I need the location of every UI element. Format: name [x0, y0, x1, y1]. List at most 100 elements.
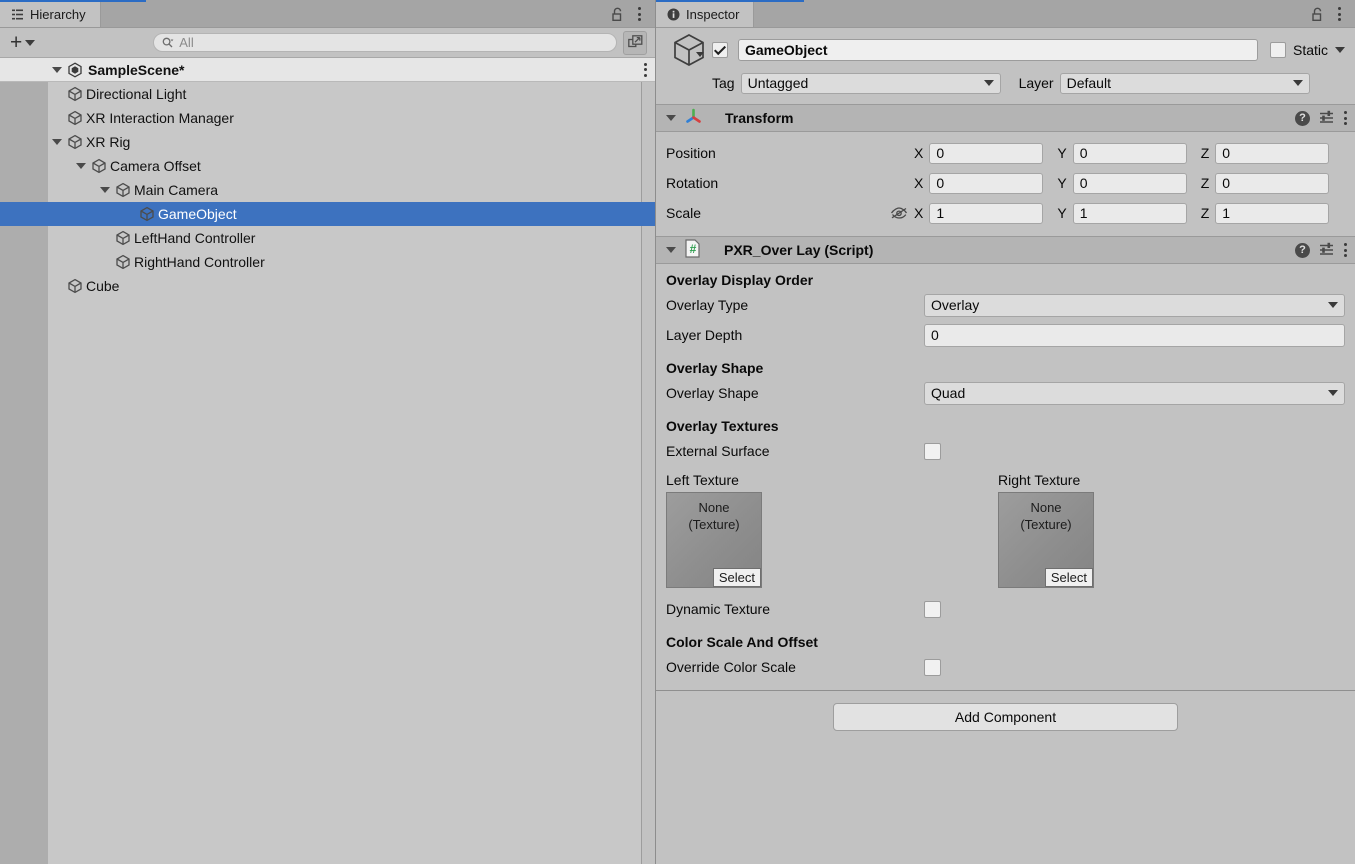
tree-row-lefthand-controller[interactable]: LeftHand Controller: [0, 226, 655, 250]
layer-depth-field[interactable]: 0: [924, 323, 1345, 347]
layer-depth-value: 0: [931, 327, 939, 343]
add-component-button[interactable]: Add Component: [833, 703, 1178, 731]
transform-position-x-field[interactable]: 0: [929, 142, 1044, 164]
eye-slash-icon[interactable]: [888, 206, 910, 220]
kebab-menu-icon[interactable]: [1344, 243, 1347, 257]
layer-depth-label: Layer Depth: [666, 327, 743, 343]
open-in-new-window-icon[interactable]: [623, 30, 647, 55]
tree-row-xr-interaction-manager[interactable]: XR Interaction Manager: [0, 106, 655, 130]
static-dropdown-chevron-down-icon[interactable]: [1335, 47, 1345, 53]
static-label: Static: [1292, 42, 1328, 58]
static-toggle-group: Static: [1269, 42, 1345, 58]
script-component-title: PXR_Over Lay (Script): [724, 242, 874, 258]
tree-row-label: XR Interaction Manager: [86, 110, 234, 126]
transform-rotation-x-field[interactable]: 0: [929, 172, 1044, 194]
dynamic-texture-row: Dynamic Texture: [666, 594, 1345, 624]
section-heading-display-order: Overlay Display Order: [666, 272, 814, 288]
hierarchy-tab-controls: [607, 1, 655, 27]
right-texture-slot[interactable]: None (Texture) Select: [998, 492, 1094, 588]
lock-open-icon[interactable]: [1307, 3, 1327, 25]
search-input[interactable]: All: [153, 33, 617, 52]
add-component-label: Add Component: [954, 709, 1057, 725]
kebab-menu-icon[interactable]: [1329, 3, 1349, 25]
chevron-down-icon[interactable]: [76, 163, 86, 169]
section-heading-textures: Overlay Textures: [666, 418, 779, 434]
axis-label-x: X: [914, 175, 924, 191]
external-surface-label: External Surface: [666, 443, 770, 459]
inspector-tabbar: Inspector: [656, 0, 1355, 28]
right-texture-label: Right Texture: [998, 472, 1081, 488]
transform-row-rotation: Rotation X 0 Y 0 Z 0: [666, 168, 1345, 198]
chevron-down-icon[interactable]: [52, 66, 62, 73]
script-component-header[interactable]: # PXR_Over Lay (Script) ?: [656, 236, 1355, 264]
help-icon[interactable]: ?: [1295, 110, 1310, 126]
scene-name-label: SampleScene*: [88, 61, 185, 78]
tag-dropdown[interactable]: Untagged: [740, 72, 1001, 94]
chevron-down-icon[interactable]: [666, 247, 676, 253]
inspector-body: GameObject Static Tag Untagged Layer Def…: [656, 28, 1355, 864]
axis-label-y: Y: [1057, 205, 1067, 221]
transform-scale-x-field[interactable]: 1: [929, 202, 1044, 224]
help-icon[interactable]: ?: [1295, 242, 1310, 258]
tree-row-label: RightHand Controller: [134, 254, 265, 270]
gameobject-cube-icon: [114, 182, 131, 199]
overlay-type-dropdown[interactable]: Overlay: [924, 293, 1345, 317]
gameobject-cube-icon: [66, 86, 83, 103]
overlay-shape-dropdown[interactable]: Quad: [924, 381, 1345, 405]
transform-position-y-field[interactable]: 0: [1072, 142, 1187, 164]
active-tab-accent: [0, 0, 146, 2]
left-texture-none-line2: (Texture): [688, 517, 740, 532]
tree-row-righthand-controller[interactable]: RightHand Controller: [0, 250, 655, 274]
transform-scale-y-field[interactable]: 1: [1072, 202, 1187, 224]
chevron-down-icon[interactable]: [666, 115, 676, 121]
gameobject-name-field[interactable]: GameObject: [738, 39, 1258, 61]
plus-icon: +: [10, 30, 23, 54]
transform-axis-icon: [684, 107, 703, 129]
scene-menu-icon[interactable]: [644, 62, 647, 77]
left-texture-label: Left Texture: [666, 472, 739, 488]
chevron-down-icon[interactable]: [696, 52, 704, 57]
override-color-scale-checkbox[interactable]: [924, 658, 941, 676]
svg-text:#: #: [690, 242, 697, 256]
left-texture-slot[interactable]: None (Texture) Select: [666, 492, 762, 588]
layer-dropdown[interactable]: Default: [1059, 72, 1310, 94]
tree-row-label: GameObject: [158, 206, 237, 222]
gameobject-cube-icon: [114, 230, 131, 247]
preset-sliders-icon[interactable]: [1319, 241, 1335, 260]
tab-inspector[interactable]: Inspector: [656, 1, 755, 27]
tree-row-main-camera[interactable]: Main Camera: [0, 178, 655, 202]
left-texture-select-button[interactable]: Select: [712, 568, 761, 587]
tree-row-scene[interactable]: SampleScene*: [0, 58, 655, 82]
texture-labels-row: Left Texture Right Texture: [666, 472, 1345, 488]
tree-row-directional-light[interactable]: Directional Light: [0, 82, 655, 106]
chevron-down-icon[interactable]: [52, 139, 62, 145]
kebab-menu-icon[interactable]: [1344, 111, 1347, 125]
left-texture-none-line1: None: [698, 500, 730, 515]
gameobject-enabled-checkbox[interactable]: [712, 42, 728, 58]
external-surface-checkbox[interactable]: [924, 442, 941, 460]
tree-row-label: Camera Offset: [110, 158, 201, 174]
chevron-down-icon[interactable]: [100, 187, 110, 193]
kebab-menu-icon[interactable]: [629, 3, 649, 25]
tree-row-camera-offset[interactable]: Camera Offset: [0, 154, 655, 178]
transform-rotation-y-field[interactable]: 0: [1072, 172, 1187, 194]
static-checkbox[interactable]: [1269, 42, 1286, 58]
gameobject-cube-icon: [138, 206, 155, 223]
value: 0: [1222, 175, 1231, 191]
tree-row-gameobject[interactable]: GameObject: [0, 202, 655, 226]
transform-component-header[interactable]: Transform ?: [656, 104, 1355, 132]
create-object-button[interactable]: +: [6, 32, 39, 54]
transform-position-z-field[interactable]: 0: [1215, 142, 1330, 164]
tree-row-label: Main Camera: [134, 182, 219, 198]
preset-sliders-icon[interactable]: [1319, 109, 1335, 128]
search-icon: [162, 37, 174, 49]
lock-open-icon[interactable]: [607, 3, 627, 25]
right-texture-select-button[interactable]: Select: [1044, 568, 1093, 587]
dynamic-texture-checkbox[interactable]: [924, 600, 941, 618]
transform-rotation-z-field[interactable]: 0: [1215, 172, 1330, 194]
tree-row-cube[interactable]: Cube: [0, 274, 655, 298]
search-placeholder: All: [179, 35, 194, 50]
transform-scale-z-field[interactable]: 1: [1215, 202, 1330, 224]
tab-hierarchy[interactable]: Hierarchy: [0, 1, 101, 27]
tree-row-xr-rig[interactable]: XR Rig: [0, 130, 655, 154]
